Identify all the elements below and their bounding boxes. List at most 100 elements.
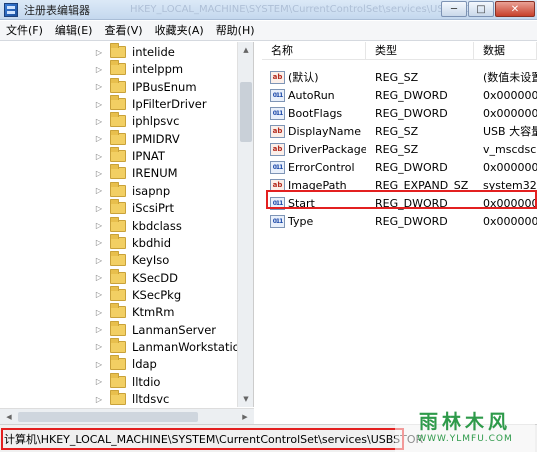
expand-arrow-icon[interactable]: ▷ — [94, 169, 104, 178]
expand-arrow-icon[interactable]: ▷ — [94, 65, 104, 74]
expand-arrow-icon[interactable]: ▷ — [94, 117, 104, 126]
tree-item[interactable]: ▷ isapnp — [94, 181, 170, 200]
value-row[interactable]: ab(默认) REG_SZ (数值未设置) — [262, 68, 537, 86]
value-row[interactable]: 011 AutoRun REG_DWORD 0x000000 — [262, 86, 537, 104]
tree-item-label: IPMIDRV — [132, 131, 180, 146]
scroll-thumb[interactable] — [240, 82, 252, 142]
watermark-text: 雨林木风 — [418, 410, 511, 433]
scroll-left-icon[interactable]: ◀ — [2, 409, 16, 425]
tree-item-label: IRENUM — [132, 166, 178, 181]
tree-item[interactable]: ▷ IpFilterDriver — [94, 95, 207, 113]
expand-arrow-icon[interactable]: ▷ — [94, 100, 104, 109]
tree-item[interactable]: ▷ iScsiPrt — [94, 199, 174, 217]
expand-arrow-icon[interactable]: ▷ — [94, 186, 104, 195]
values-pane: 名称 类型 数据 ab(默认)REG_SZ(数值未设置)011AutoRunRE… — [262, 42, 537, 407]
expand-arrow-icon[interactable]: ▷ — [94, 134, 104, 143]
expand-arrow-icon[interactable]: ▷ — [94, 377, 104, 386]
tree-item[interactable]: ▷ kbdhid — [94, 233, 172, 252]
expand-arrow-icon[interactable]: ▷ — [94, 238, 104, 247]
expand-arrow-icon[interactable]: ▷ — [94, 395, 104, 404]
value-row[interactable]: ab DisplayName REG_SZ USB 大容量 — [262, 122, 537, 140]
value-type: REG_SZ — [375, 142, 419, 156]
tree-item-label: IPNAT — [132, 149, 165, 164]
close-button[interactable]: ✕ — [495, 1, 535, 17]
tree-item-label: kbdhid — [132, 235, 172, 250]
tree-item[interactable]: ▷ IRENUM — [94, 164, 178, 182]
folder-icon — [110, 95, 126, 111]
binary-value-icon: 011 — [270, 214, 285, 228]
tree-item[interactable]: ▷ IPBusEnum — [94, 77, 197, 96]
tree-item[interactable]: ▷ lltdsvc — [94, 390, 169, 407]
expand-arrow-icon[interactable]: ▷ — [94, 273, 104, 282]
expand-arrow-icon[interactable]: ▷ — [94, 256, 104, 265]
value-row[interactable]: 011 BootFlags REG_DWORD 0x000000 — [262, 104, 537, 122]
value-name-cell: ab DisplayName — [262, 124, 366, 138]
binary-value-icon: 011 — [270, 160, 285, 174]
expand-arrow-icon[interactable]: ▷ — [94, 308, 104, 317]
expand-arrow-icon[interactable]: ▷ — [94, 290, 104, 299]
tree-item[interactable]: ▷ IPMIDRV — [94, 129, 180, 148]
tree-item-label: lltdsvc — [132, 392, 170, 406]
tree-item[interactable]: ▷ IPNAT — [94, 147, 165, 165]
menu-edit[interactable]: 编辑(E) — [49, 21, 99, 41]
key-tree: ▷ intelide ▷ intelppm ▷ IPBusEnum ▷ IpFilterDri… — [0, 42, 238, 407]
value-type: REG_DWORD — [375, 214, 448, 228]
column-data-header[interactable]: 数据 — [474, 42, 537, 60]
tree-item[interactable]: ▷ intelppm — [94, 60, 183, 78]
expand-arrow-icon[interactable]: ▷ — [94, 342, 104, 351]
expand-arrow-icon[interactable]: ▷ — [94, 152, 104, 161]
tree-item-label: intelppm — [132, 62, 184, 77]
scroll-down-icon[interactable]: ▼ — [238, 391, 253, 407]
column-name-header[interactable]: 名称 — [262, 42, 366, 60]
tree-item[interactable]: ▷ intelide — [94, 43, 175, 61]
close-icon: ✕ — [510, 3, 520, 15]
minimize-button[interactable]: ─ — [441, 1, 467, 17]
value-data: v_mscdsc — [483, 142, 537, 156]
tree-item[interactable]: ▷ LanmanServer — [94, 320, 216, 339]
scroll-up-icon[interactable]: ▲ — [238, 42, 253, 58]
tree-item-label: iScsiPrt — [132, 201, 174, 216]
tree-item[interactable]: ▷ iphlpsvc — [94, 112, 179, 130]
menu-bar: 文件(F) 编辑(E) 查看(V) 收藏夹(A) 帮助(H) — [0, 21, 537, 41]
expand-arrow-icon[interactable]: ▷ — [94, 221, 104, 230]
value-row[interactable]: 011 ErrorControl REG_DWORD 0x000000 — [262, 158, 537, 176]
tree-item[interactable]: ▷ KSecDD — [94, 268, 178, 287]
tree-item-label: LanmanServer — [132, 322, 216, 337]
folder-icon — [110, 355, 126, 371]
status-path-highlight — [1, 428, 404, 450]
tree-vertical-scrollbar[interactable]: ▲ ▼ — [237, 42, 253, 407]
expand-arrow-icon[interactable]: ▷ — [94, 325, 104, 334]
tree-item[interactable]: ▷ KeyIso — [94, 251, 169, 269]
menu-help[interactable]: 帮助(H) — [210, 21, 261, 41]
value-type: REG_DWORD — [375, 106, 448, 120]
folder-icon — [110, 303, 126, 319]
expand-arrow-icon[interactable]: ▷ — [94, 360, 104, 369]
tree-horizontal-scrollbar[interactable]: ◀ ▶ — [0, 408, 254, 424]
tree-item[interactable]: ▷ KSecPkg — [94, 285, 181, 304]
tree-item-label: lltdio — [132, 374, 161, 389]
column-type-header[interactable]: 类型 — [366, 42, 474, 60]
expand-arrow-icon[interactable]: ▷ — [94, 82, 104, 91]
menu-view[interactable]: 查看(V) — [98, 21, 148, 41]
tree-item-label: KSecDD — [132, 270, 178, 285]
tree-item[interactable]: ▷ KtmRm — [94, 303, 174, 321]
menu-file[interactable]: 文件(F) — [0, 21, 49, 41]
maximize-button[interactable]: □ — [468, 1, 494, 17]
value-row[interactable]: 011 Type REG_DWORD 0x000000 — [262, 212, 537, 230]
expand-arrow-icon[interactable]: ▷ — [94, 48, 104, 57]
tree-item[interactable]: ▷ LanmanWorkstation — [94, 337, 238, 356]
value-row[interactable]: abDriverPackageId REG_SZ v_mscdsc — [262, 140, 537, 158]
scroll-right-icon[interactable]: ▶ — [238, 409, 252, 425]
start-value-highlight — [266, 190, 537, 209]
value-type: REG_DWORD — [375, 160, 448, 174]
tree-item[interactable]: ▷ kbdclass — [94, 216, 182, 235]
hscroll-thumb[interactable] — [18, 412, 198, 422]
value-name: BootFlags — [288, 106, 343, 120]
tree-item[interactable]: ▷ ldap — [94, 355, 157, 373]
regedit-app-icon — [4, 2, 18, 17]
watermark-url: WWW.YLMFU.COM — [417, 433, 513, 444]
tree-item-label: ldap — [132, 357, 157, 372]
tree-item[interactable]: ▷ lltdio — [94, 372, 161, 391]
expand-arrow-icon[interactable]: ▷ — [94, 204, 104, 213]
menu-favorites[interactable]: 收藏夹(A) — [149, 21, 210, 41]
